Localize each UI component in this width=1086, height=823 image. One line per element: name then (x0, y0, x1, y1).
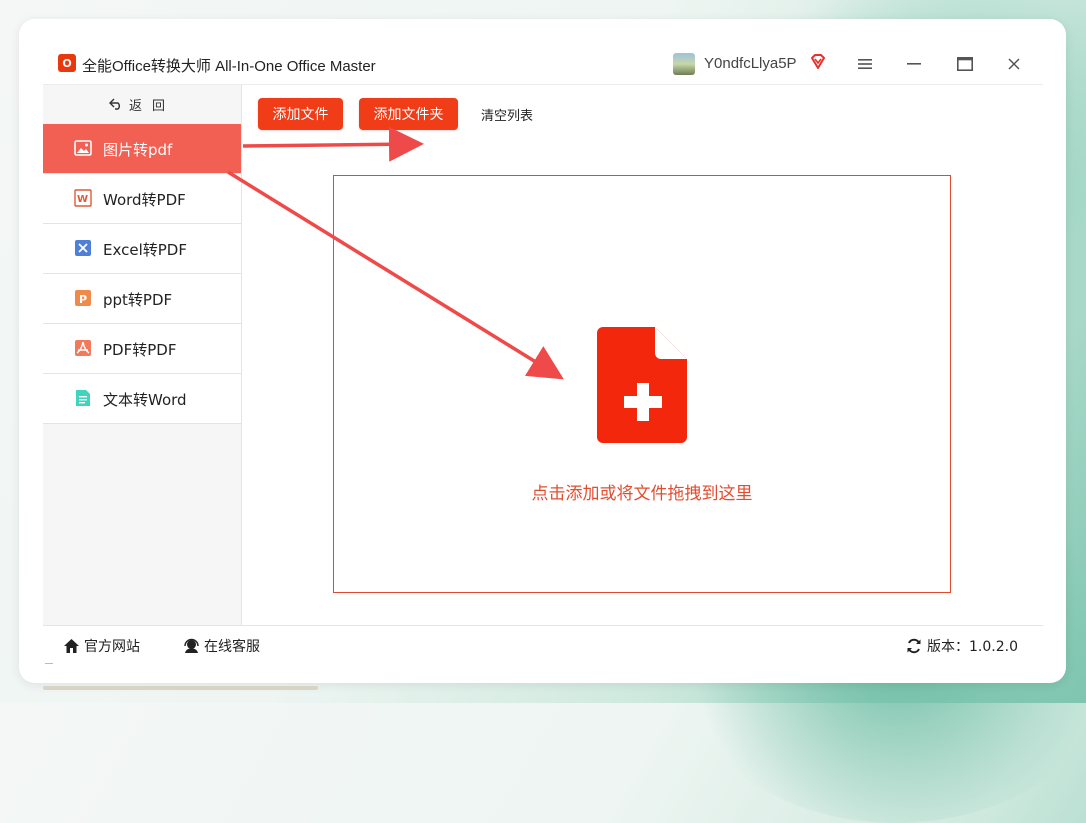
drop-zone-label: 点击添加或将文件拖拽到这里 (531, 484, 753, 504)
word-icon: W (74, 189, 92, 207)
sidebar-item-label: Excel转PDF (103, 241, 187, 259)
sidebar-item-text-to-word[interactable]: 文本转Word (43, 374, 241, 424)
sidebar: 返回 图片转pdf W Word转PDF Excel转PDF P ppt转PDF… (43, 85, 242, 664)
pdf-icon (75, 340, 91, 356)
minimize-icon (907, 63, 921, 65)
sidebar-item-label: PDF转PDF (103, 341, 177, 359)
home-icon (64, 639, 79, 653)
footer: 官方网站 在线客服 版本：1.0.2.0 (43, 625, 1043, 663)
sidebar-item-label: Word转PDF (103, 191, 186, 209)
username[interactable]: Y0ndfcLlya5P (704, 55, 797, 72)
sidebar-item-pdf-to-pdf[interactable]: PDF转PDF (43, 324, 241, 374)
version-info: 版本：1.0.2.0 (906, 636, 1018, 656)
vip-diamond-icon[interactable] (809, 53, 827, 71)
add-folder-button[interactable]: 添加文件夹 (359, 98, 458, 130)
close-button[interactable] (996, 50, 1032, 78)
horizontal-scrollbar[interactable] (43, 686, 318, 690)
image-icon (74, 140, 92, 156)
back-icon (108, 98, 120, 110)
sidebar-item-label: 图片转pdf (103, 141, 173, 159)
sidebar-item-label: 文本转Word (103, 391, 187, 409)
text-doc-icon (76, 390, 90, 406)
menu-icon (858, 59, 872, 69)
maximize-icon (957, 57, 973, 71)
sidebar-item-ppt-to-pdf[interactable]: P ppt转PDF (43, 274, 241, 324)
sidebar-item-excel-to-pdf[interactable]: Excel转PDF (43, 224, 241, 274)
add-file-button[interactable]: 添加文件 (258, 98, 343, 130)
back-label: 返回 (128, 98, 175, 114)
headset-icon (184, 638, 199, 653)
maximize-button[interactable] (947, 50, 983, 78)
minimize-button[interactable] (896, 50, 932, 78)
file-drop-zone[interactable]: 点击添加或将文件拖拽到这里 (333, 175, 951, 593)
sidebar-item-label: ppt转PDF (103, 291, 173, 309)
back-button[interactable]: 返回 (43, 85, 241, 123)
clear-list-button[interactable]: 清空列表 (481, 105, 533, 124)
excel-icon (75, 240, 91, 256)
app-title: 全能Office转换大师 All-In-One Office Master (82, 58, 376, 75)
app-logo-icon: O (58, 54, 76, 72)
svg-text:W: W (77, 194, 88, 205)
sidebar-item-word-to-pdf[interactable]: W Word转PDF (43, 174, 241, 224)
ppt-icon: P (75, 290, 91, 306)
online-support-link[interactable]: 在线客服 (183, 636, 260, 656)
official-website-link[interactable]: 官方网站 (63, 636, 140, 656)
svg-text:P: P (79, 293, 87, 306)
menu-button[interactable] (847, 50, 883, 78)
app-window: O 全能Office转换大师 All-In-One Office Master … (43, 44, 1043, 664)
version-label: 版本：1.0.2.0 (927, 639, 1018, 655)
user-avatar[interactable] (673, 53, 695, 75)
close-icon (1008, 58, 1020, 70)
official-website-label: 官方网站 (84, 639, 140, 655)
online-support-label: 在线客服 (204, 639, 260, 655)
refresh-icon (907, 638, 921, 654)
title-bar: O 全能Office转换大师 All-In-One Office Master … (43, 44, 1043, 85)
sidebar-item-image-to-pdf[interactable]: 图片转pdf (43, 124, 241, 174)
add-file-icon (597, 327, 687, 443)
